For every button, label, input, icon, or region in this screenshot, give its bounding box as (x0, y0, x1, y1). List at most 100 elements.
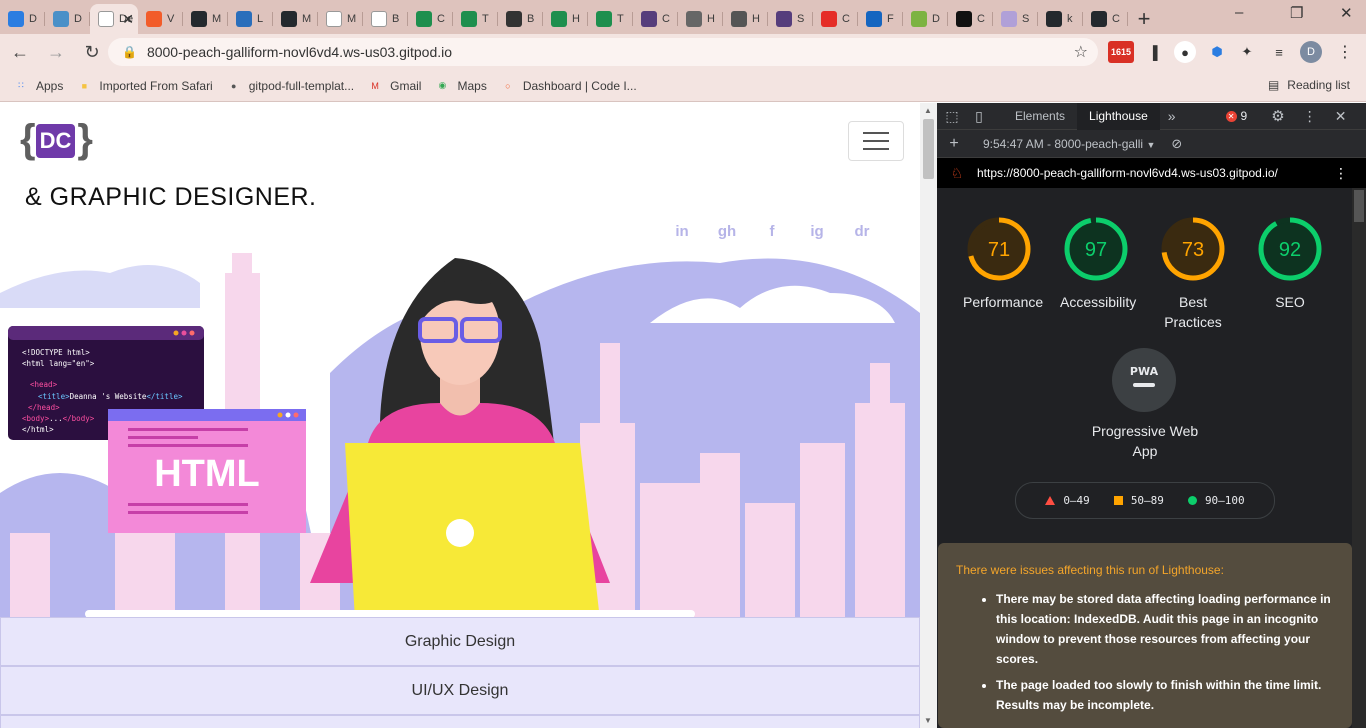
legend-fail: 0–49 (1045, 494, 1090, 507)
bookmark-item[interactable]: ∷ Apps (14, 79, 63, 93)
browser-tab[interactable]: M (318, 4, 363, 34)
chrome-menu-icon[interactable]: ⋮ (1334, 41, 1356, 63)
circle-extension-icon[interactable]: ● (1174, 41, 1196, 63)
bookmark-item[interactable]: ◉ Maps (435, 79, 487, 93)
code-line-1: <!DOCTYPE html> (22, 348, 90, 357)
minimize-icon[interactable]: – (1235, 4, 1243, 21)
tab-elements[interactable]: Elements (1003, 103, 1077, 130)
browser-tab[interactable]: S (993, 4, 1038, 34)
browser-tab[interactable]: C (813, 4, 858, 34)
reload-button[interactable]: ↻ (76, 36, 108, 68)
score-gauge-best-practices[interactable]: 73 Best Practices (1157, 216, 1229, 332)
back-button[interactable]: ← (4, 36, 36, 68)
browser-tab[interactable]: H (723, 4, 768, 34)
tab-title: D (29, 13, 37, 25)
browser-tab[interactable]: M (183, 4, 228, 34)
reading-list-button[interactable]: ▤ Reading list (1268, 78, 1350, 92)
page-scroll-thumb[interactable] (923, 119, 934, 179)
tab-lighthouse[interactable]: Lighthouse (1077, 102, 1160, 130)
browser-tab[interactable]: S (768, 4, 813, 34)
tab-title: D (74, 13, 82, 25)
tab-favicon-icon (371, 11, 387, 27)
accordion-next-item[interactable] (0, 715, 920, 728)
navbar-toggle-button[interactable] (848, 121, 904, 161)
github-icon[interactable]: gh (717, 221, 737, 241)
browser-tab[interactable]: V (138, 4, 183, 34)
scroll-down-icon[interactable]: ▼ (924, 716, 932, 725)
bookmark-star-icon[interactable]: ☆ (1074, 42, 1088, 62)
close-window-icon[interactable]: ✕ (1340, 4, 1353, 22)
bookmark-item[interactable]: M Gmail (368, 79, 421, 93)
browser-tab[interactable]: k (1038, 4, 1083, 34)
folder-icon: ■ (81, 80, 88, 91)
bookmark-item[interactable]: ○ Dashboard | Code I... (501, 79, 637, 93)
browser-tab[interactable]: B (498, 4, 543, 34)
new-tab-button[interactable]: + (1128, 4, 1160, 34)
browser-tab[interactable]: T (453, 4, 498, 34)
browser-tab[interactable]: C (948, 4, 993, 34)
more-tabs-icon[interactable]: » (1168, 108, 1176, 124)
browser-tab[interactable]: B (363, 4, 408, 34)
dribbble-icon[interactable]: dr (852, 221, 872, 241)
report-time: 9:54:47 AM - 8000-peach-galli (983, 136, 1144, 151)
tab-title: V (167, 13, 175, 25)
close-devtools-icon[interactable]: ✕ (1335, 108, 1347, 125)
pwa-gauge[interactable]: PWA (1109, 348, 1179, 412)
tab-active[interactable]: De ✕ (90, 4, 138, 34)
gmail-extension-icon[interactable]: 1615 (1108, 41, 1134, 63)
devtools-scroll-thumb[interactable] (1354, 190, 1364, 222)
inspect-element-icon[interactable]: ⬚ (937, 108, 967, 125)
accordion-uiux-design[interactable]: UI/UX Design (0, 666, 920, 715)
linkedin-icon[interactable]: in (672, 221, 692, 241)
devtools-menu-icon[interactable]: ⋮ (1303, 108, 1317, 125)
puzzle-extensions-icon[interactable]: ✦ (1236, 41, 1258, 63)
score-gauge-accessibility[interactable]: 97 Accessibility (1060, 216, 1136, 312)
scroll-up-icon[interactable]: ▲ (924, 106, 932, 115)
score-gauge-seo[interactable]: 92 SEO (1254, 216, 1326, 312)
pwa-label: Progressive Web App (1091, 423, 1199, 459)
tab-label: Lighthouse (1089, 109, 1148, 123)
report-menu-icon[interactable]: ⋮ (1334, 165, 1348, 182)
accordion-graphic-design[interactable]: Graphic Design (0, 617, 920, 666)
close-tab-icon[interactable]: ✕ (122, 11, 134, 28)
devtools-scrollbar[interactable] (1352, 188, 1366, 728)
cube-extension-icon[interactable]: ⬢ (1206, 41, 1228, 63)
browser-tab[interactable]: F (858, 4, 903, 34)
browser-tab[interactable]: D (0, 4, 45, 34)
instagram-icon[interactable]: ig (807, 221, 827, 241)
profile-initial: D (1307, 46, 1315, 58)
report-selector[interactable]: 9:54:47 AM - 8000-peach-galli ▼ (983, 137, 1155, 151)
device-toolbar-icon[interactable]: ▯ (967, 108, 991, 125)
tab-title: M (347, 13, 357, 25)
media-control-icon[interactable]: ≡ (1268, 41, 1290, 63)
bookmark-item[interactable]: ● gitpod-full-templat... (227, 79, 354, 93)
score-gauge-performance[interactable]: 71 Performance (963, 216, 1043, 312)
analytics-extension-icon[interactable]: ▐ (1142, 41, 1164, 63)
settings-gear-icon[interactable]: ⚙ (1271, 107, 1284, 125)
browser-tab[interactable]: L (228, 4, 273, 34)
browser-tab[interactable]: H (678, 4, 723, 34)
tab-favicon-icon (596, 11, 612, 27)
tab-strip: D D De ✕ V M L M M B C T B H T C H H S C F D C Sk C + – ❐ ✕ (0, 0, 1366, 34)
clear-reports-icon[interactable]: ⊘ (1171, 136, 1182, 152)
browser-tab[interactable]: H (543, 4, 588, 34)
browser-tab[interactable]: D (903, 4, 948, 34)
browser-tab[interactable]: M (273, 4, 318, 34)
site-logo[interactable]: {DC} (20, 117, 93, 162)
bookmark-item[interactable]: ■ Imported From Safari (77, 79, 213, 93)
browser-tab[interactable]: C (1083, 4, 1128, 34)
browser-tab[interactable]: T (588, 4, 633, 34)
logo-brace-right: } (77, 117, 93, 161)
forward-button[interactable]: → (40, 36, 72, 68)
page-scrollbar[interactable]: ▲ ▼ (920, 103, 937, 728)
new-report-icon[interactable]: + (937, 135, 971, 153)
error-counter[interactable]: ✕ 9 (1225, 109, 1247, 123)
browser-tab[interactable]: D (45, 4, 90, 34)
report-url[interactable]: https://8000-peach-galliform-novl6vd4.ws… (977, 166, 1278, 180)
address-bar[interactable]: 🔒 8000-peach-galliform-novl6vd4.ws-us03.… (108, 38, 1098, 66)
facebook-icon[interactable]: f (762, 221, 782, 241)
browser-tab[interactable]: C (633, 4, 678, 34)
browser-tab[interactable]: C (408, 4, 453, 34)
maximize-icon[interactable]: ❐ (1290, 4, 1303, 22)
profile-avatar[interactable]: D (1300, 41, 1322, 63)
